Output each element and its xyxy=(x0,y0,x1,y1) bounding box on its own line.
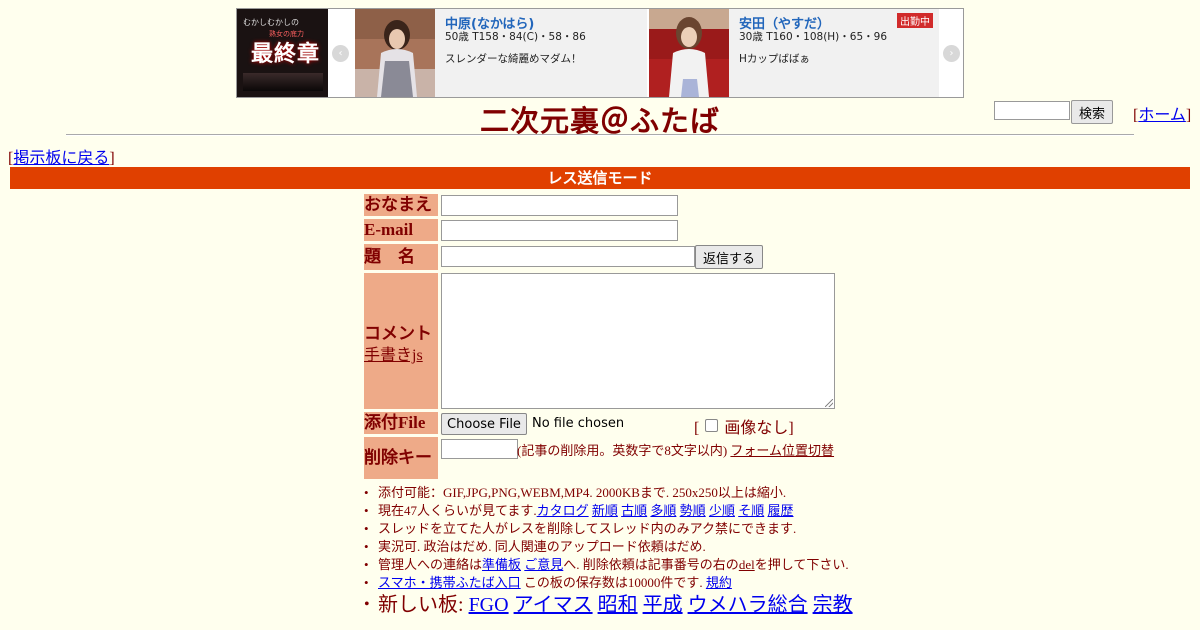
prep-board-link[interactable]: 準備板 xyxy=(482,557,521,572)
ad-logo-strip xyxy=(243,73,323,91)
no-image-checkbox[interactable] xyxy=(705,419,719,432)
ad-card-2[interactable]: 安田（やすだ） 出勤中 30歳 T160・108(H)・65・96 Hカップばば… xyxy=(649,9,939,97)
noimage-bracket-close: ] xyxy=(788,420,794,437)
email-label: E-mail xyxy=(364,219,438,241)
back-bracket-close: ] xyxy=(109,150,115,167)
note-mobile: スマホ・携帯ふたば入口 この板の保存数は10000件です. 規約 xyxy=(364,574,853,592)
sort-so-link[interactable]: そ順 xyxy=(738,503,764,518)
ad-logo-image[interactable]: むかしむかしの 熟女の底力 最終章 xyxy=(237,9,328,97)
terms-link[interactable]: 規約 xyxy=(706,575,732,590)
delete-key-note: (記事の削除用。英数字で8文字以内) フォーム位置切替 xyxy=(517,442,837,460)
contact-text-c: へ. 削除依頼は記事番号の右の xyxy=(563,557,739,572)
sort-momentum-link[interactable]: 勢順 xyxy=(680,503,706,518)
ad-photo-2 xyxy=(649,9,729,97)
handwriting-link[interactable]: 手書きjs xyxy=(364,341,423,365)
home-link[interactable]: ホーム xyxy=(1138,107,1186,124)
new-boards-label: 新しい板: xyxy=(378,594,469,616)
sort-old-link[interactable]: 古順 xyxy=(621,503,647,518)
delete-key-label: 削除キー xyxy=(364,437,438,479)
note-thread-owner: スレッドを立てた人がレスを削除してスレッド内のみアク禁にできます. xyxy=(364,520,853,538)
ad-next-button[interactable]: › xyxy=(940,9,963,97)
contact-text-a: 管理人への連絡は xyxy=(378,557,483,572)
ad-prev-button[interactable]: ‹ xyxy=(329,9,352,97)
email-input[interactable] xyxy=(441,220,678,241)
sort-new-link[interactable]: 新順 xyxy=(592,503,618,518)
ad-stats-2: 30歳 T160・108(H)・65・96 xyxy=(739,31,888,43)
back-nav: [掲示板に戻る] xyxy=(8,144,115,168)
search-input[interactable] xyxy=(994,101,1070,120)
note-contact: 管理人への連絡は準備板 ご意見へ. 削除依頼は記事番号の右のdelを押して下さい… xyxy=(364,556,853,574)
file-label: 添付File xyxy=(364,412,438,434)
board-link-imas[interactable]: アイマス xyxy=(514,594,593,616)
ad-banner: むかしむかしの 熟女の底力 最終章 ‹ 中原(なかはら) 50歳 T158・84… xyxy=(236,8,964,98)
sort-few-link[interactable]: 少順 xyxy=(709,503,735,518)
subject-label: 題 名 xyxy=(364,244,438,270)
feedback-link[interactable]: ご意見 xyxy=(524,557,563,572)
name-input[interactable] xyxy=(441,195,678,216)
board-notes: 添付可能：GIF,JPG,PNG,WEBM,MP4. 2000KBまで. 250… xyxy=(364,484,853,618)
search-button[interactable]: 検索 xyxy=(1071,100,1113,124)
ad-status-badge: 出勤中 xyxy=(897,13,933,28)
board-link-fgo[interactable]: FGO xyxy=(469,594,509,616)
viewer-count-text: 現在47人くらいが見てます. xyxy=(378,503,537,518)
ad-logo-title: 最終章 xyxy=(251,41,321,67)
no-image-label: 画像なし xyxy=(724,420,789,437)
choose-file-button[interactable]: Choose File xyxy=(441,413,527,435)
submit-reply-button[interactable]: 返信する xyxy=(695,245,763,269)
del-link[interactable]: del xyxy=(739,557,755,572)
ad-logo-small-text: むかしむかしの xyxy=(243,18,299,27)
note-upload-limits: 添付可能：GIF,JPG,PNG,WEBM,MP4. 2000KBまで. 250… xyxy=(364,484,853,502)
note-viewers: 現在47人くらいが見てます.カタログ 新順 古順 多順 勢順 少順 そ順 履歴 xyxy=(364,502,853,520)
catalog-link[interactable]: カタログ xyxy=(537,503,589,518)
mobile-entrance-link[interactable]: スマホ・携帯ふたば入口 xyxy=(378,575,521,590)
header-divider xyxy=(66,134,1134,136)
board-link-showa[interactable]: 昭和 xyxy=(598,594,638,616)
home-nav: [ホーム] xyxy=(1133,101,1191,125)
ad-card-1[interactable]: 中原(なかはら) 50歳 T158・84(C)・58・86 スレンダーな綺麗めマ… xyxy=(355,9,647,97)
contact-text-d: を押して下さい. xyxy=(754,557,849,572)
ad-desc-1: スレンダーな綺麗めマダム！ xyxy=(445,53,582,65)
delete-key-hint: (記事の削除用。英数字で8文字以内) xyxy=(517,443,728,458)
noimage-bracket-open: [ xyxy=(694,420,700,437)
note-new-boards: 新しい板: FGO アイマス 昭和 平成 ウメハラ総合 宗教 xyxy=(364,592,853,618)
sort-many-link[interactable]: 多順 xyxy=(650,503,676,518)
chevron-left-icon: ‹ xyxy=(332,44,349,62)
file-status: No file chosen xyxy=(532,416,625,431)
name-label: おなまえ xyxy=(364,194,438,216)
resize-handle-icon[interactable] xyxy=(825,399,833,407)
comment-label-cell: コメント 手書きjs xyxy=(364,273,438,409)
note-rules: 実況可. 政治はだめ. 同人関連のアップロード依頼はだめ. xyxy=(364,538,853,556)
home-bracket-close: ] xyxy=(1185,107,1192,124)
form-position-toggle-link[interactable]: フォーム位置切替 xyxy=(730,443,834,458)
ad-desc-2: Hカップばばぁ xyxy=(739,53,810,65)
board-link-religion[interactable]: 宗教 xyxy=(813,594,853,616)
history-link[interactable]: 履歴 xyxy=(767,503,793,518)
subject-input[interactable] xyxy=(441,246,695,267)
ad-photo-1 xyxy=(355,9,435,97)
board-link-heisei[interactable]: 平成 xyxy=(643,594,683,616)
back-to-board-link[interactable]: 掲示板に戻る xyxy=(13,150,109,167)
delete-key-input[interactable] xyxy=(441,439,518,459)
chevron-right-icon: › xyxy=(943,44,960,62)
board-link-umehara[interactable]: ウメハラ総合 xyxy=(688,594,808,616)
ad-stats-1: 50歳 T158・84(C)・58・86 xyxy=(445,31,586,43)
reply-mode-banner: レス送信モード xyxy=(10,167,1190,189)
retention-text: この板の保存数は10000件です. xyxy=(520,575,706,590)
no-image-option: [ 画像なし] xyxy=(694,414,794,438)
comment-textarea[interactable] xyxy=(441,273,835,409)
